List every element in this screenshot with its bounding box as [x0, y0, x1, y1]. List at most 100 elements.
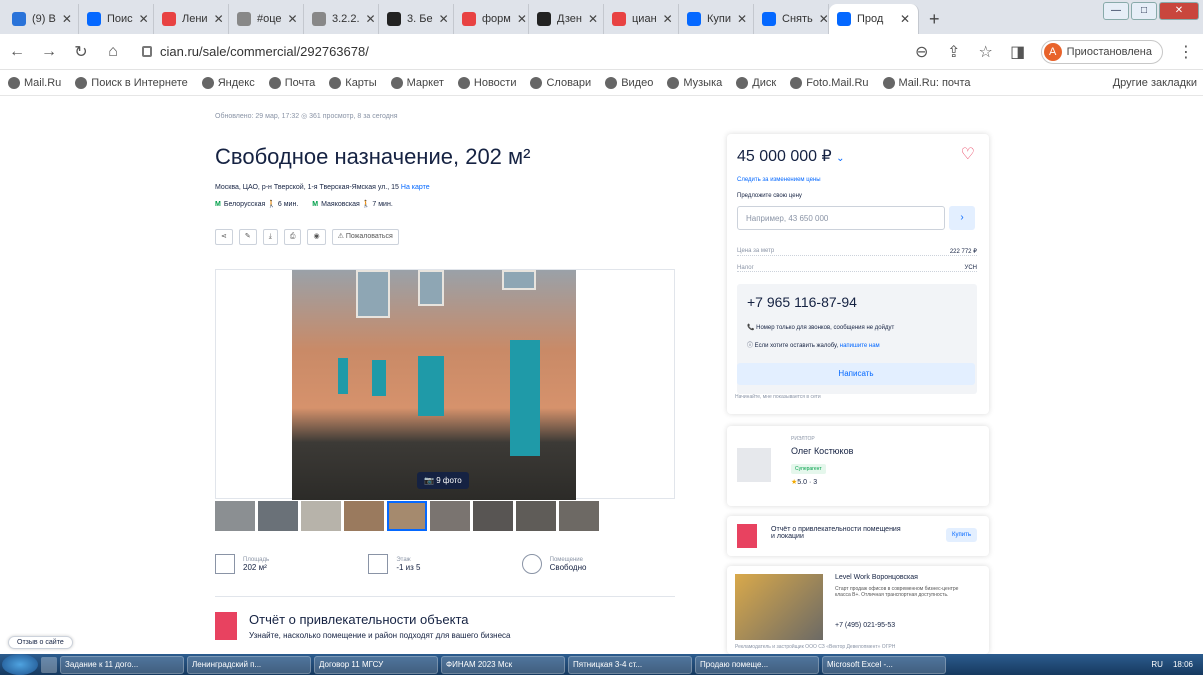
edit-icon[interactable]: ✎	[238, 229, 257, 245]
bookmark-item[interactable]: Foto.Mail.Ru	[790, 76, 869, 89]
browser-tab[interactable]: Лени ✕	[154, 4, 229, 34]
thumbnail[interactable]	[258, 501, 298, 531]
close-tab-icon[interactable]: ✕	[62, 12, 72, 26]
print-icon[interactable]: ⎙	[283, 229, 302, 245]
browser-tab[interactable]: Поис ✕	[79, 4, 154, 34]
close-window-button[interactable]: ✕	[1159, 2, 1199, 20]
browser-tab[interactable]: Дзен ✕	[529, 4, 604, 34]
thumbnail[interactable]	[344, 501, 384, 531]
start-button[interactable]	[2, 654, 38, 675]
photo-gallery[interactable]: 📷 9 фото	[215, 269, 675, 500]
explorer-icon[interactable]	[41, 656, 57, 673]
bookmark-item[interactable]: Mail.Ru	[8, 76, 61, 89]
realtor-card[interactable]: РИЭЛТОР Олег Костюков Суперагент ★5.0 · …	[727, 426, 989, 506]
maximize-button[interactable]: □	[1131, 2, 1157, 20]
close-tab-icon[interactable]: ✕	[139, 12, 149, 26]
close-tab-icon[interactable]: ✕	[737, 12, 747, 26]
offer-price-input[interactable]: Например, 43 650 000	[737, 206, 945, 230]
browser-tab[interactable]: (9) В ✕	[4, 4, 79, 34]
buy-report-button[interactable]: Купить	[946, 528, 977, 542]
ad-card[interactable]: Level Work Воронцовская Старт продаж офи…	[727, 566, 989, 654]
browser-tab[interactable]: Купи ✕	[679, 4, 754, 34]
price-history-icon[interactable]: ⌄	[836, 153, 844, 164]
download-icon[interactable]: ⤓	[262, 229, 278, 245]
forward-arrow-icon[interactable]: →	[40, 43, 58, 61]
taskbar-item[interactable]: Ленинградский п...	[187, 655, 311, 674]
close-tab-icon[interactable]: ✕	[819, 12, 828, 26]
thumbnail[interactable]	[473, 501, 513, 531]
share-icon[interactable]: ⇪	[945, 42, 963, 62]
thumbnail[interactable]	[301, 501, 341, 531]
taskbar-item[interactable]: Продаю помеще...	[695, 655, 819, 674]
thumbnail[interactable]	[430, 501, 470, 531]
browser-tab[interactable]: Снять ✕	[754, 4, 829, 34]
bookmark-item[interactable]: Словари	[530, 76, 591, 89]
home-icon[interactable]: ⌂	[104, 43, 122, 61]
browser-tab[interactable]: #оце ✕	[229, 4, 304, 34]
photo-count-badge[interactable]: 📷 9 фото	[417, 472, 469, 489]
bookmark-item[interactable]: Маркет	[390, 76, 444, 89]
bookmark-item[interactable]: Почта	[268, 76, 315, 89]
offer-submit-button[interactable]: ›	[949, 206, 975, 230]
bookmark-item[interactable]: Карты	[329, 76, 377, 89]
report-block[interactable]: Отчёт о привлекательности объекта Узнайт…	[215, 612, 510, 640]
thumbnail[interactable]	[516, 501, 556, 531]
realtor-name[interactable]: Олег Костюков	[791, 446, 853, 456]
close-tab-icon[interactable]: ✕	[663, 12, 673, 26]
thumbnail[interactable]	[559, 501, 599, 531]
browser-tab[interactable]: 3. Бе ✕	[379, 4, 454, 34]
thumbnail[interactable]	[215, 501, 255, 531]
close-tab-icon[interactable]: ✕	[588, 12, 598, 26]
show-on-map-link[interactable]: На карте	[401, 184, 430, 191]
clock[interactable]: 18:06	[1173, 660, 1193, 669]
close-tab-icon[interactable]: ✕	[366, 12, 376, 26]
browser-tab[interactable]: 3.2.2. ✕	[304, 4, 379, 34]
close-tab-icon[interactable]: ✕	[288, 12, 298, 26]
menu-icon[interactable]: ⋮	[1177, 42, 1195, 62]
taskbar-item[interactable]: ФИНАМ 2023 Мск	[441, 655, 565, 674]
close-tab-icon[interactable]: ✕	[900, 12, 910, 26]
hide-icon[interactable]: ◉	[307, 229, 326, 245]
complain-button[interactable]: ⚠ Пожаловаться	[331, 229, 399, 245]
taskbar-item[interactable]: Пятницкая 3-4 ст...	[568, 655, 692, 674]
bookmark-item[interactable]: Поиск в Интернете	[75, 76, 188, 89]
thumbnail[interactable]	[387, 501, 427, 531]
new-tab-button[interactable]: +	[919, 4, 950, 34]
bookmark-item[interactable]: Музыка	[667, 76, 722, 89]
other-bookmarks[interactable]: Другие закладки	[1113, 77, 1203, 89]
follow-price-link[interactable]: Следить за изменением цены	[737, 177, 821, 183]
language-indicator[interactable]: RU	[1151, 660, 1163, 669]
close-tab-icon[interactable]: ✕	[439, 12, 449, 26]
browser-tab[interactable]: циан ✕	[604, 4, 679, 34]
reload-icon[interactable]: ↻	[72, 42, 90, 62]
metro-item[interactable]: M Белорусская 🚶 6 мин.	[215, 200, 298, 208]
write-us-link[interactable]: напишите нам	[840, 343, 880, 349]
main-photo[interactable]: 📷 9 фото	[292, 270, 576, 500]
ad-phone[interactable]: +7 (495) 021-95-53	[835, 622, 895, 629]
bookmark-item[interactable]: Яндекс	[201, 76, 255, 89]
taskbar-item[interactable]: Задание к 11 дого...	[60, 655, 184, 674]
bookmark-item[interactable]: Mail.Ru: почта	[882, 76, 971, 89]
minimize-button[interactable]: —	[1103, 2, 1129, 20]
bookmark-star-icon[interactable]: ☆	[977, 42, 995, 62]
phone-number[interactable]: +7 965 116-87-94	[747, 294, 857, 310]
profile-button[interactable]: A Приостановлена	[1040, 39, 1163, 64]
feedback-button[interactable]: Отзыв о сайте	[8, 636, 73, 649]
bookmark-item[interactable]: Новости	[457, 76, 516, 89]
close-tab-icon[interactable]: ✕	[214, 12, 224, 26]
back-arrow-icon[interactable]: ←	[8, 43, 26, 61]
taskbar-item[interactable]: Договор 11 МГСУ	[314, 655, 438, 674]
bookmark-item[interactable]: Диск	[736, 76, 776, 89]
share-listing-icon[interactable]: ⋖	[215, 229, 233, 245]
url-field[interactable]: cian.ru/sale/commercial/292763678/	[136, 39, 899, 65]
write-button[interactable]: Написать	[737, 363, 975, 385]
bookmark-item[interactable]: Видео	[605, 76, 653, 89]
browser-tab[interactable]: форм ✕	[454, 4, 529, 34]
metro-item[interactable]: M Маяковская 🚶 7 мин.	[312, 200, 393, 208]
close-tab-icon[interactable]: ✕	[517, 12, 527, 26]
favorite-heart-icon[interactable]: ♡	[961, 144, 975, 164]
taskbar-item[interactable]: Microsoft Excel -...	[822, 655, 946, 674]
browser-tab[interactable]: Прод ✕	[829, 4, 919, 34]
zoom-icon[interactable]: ⊖	[913, 42, 931, 62]
sidepanel-icon[interactable]: ◨	[1009, 42, 1027, 62]
